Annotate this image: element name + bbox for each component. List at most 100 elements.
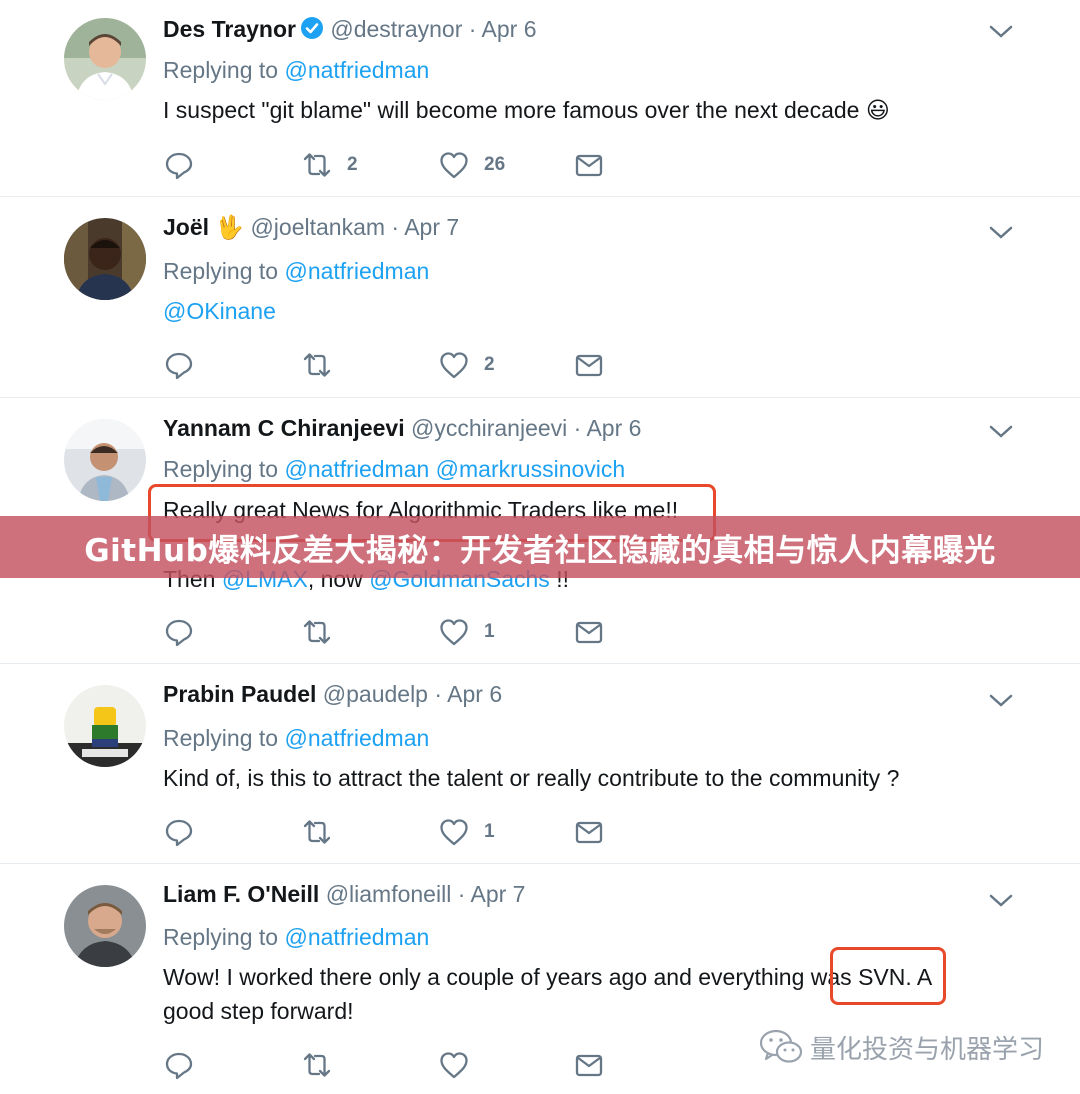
retweet-count: 2 [347,154,358,175]
caret-down-icon[interactable] [988,225,1014,241]
tweet-text: Kind of, is this to attract the talent o… [163,765,900,791]
reply-icon [165,152,193,180]
mention-link[interactable]: @markrussinovich [436,456,626,482]
retweet-icon [303,1053,331,1077]
avatar[interactable] [64,419,146,501]
handle[interactable]: @paudelp [323,681,428,707]
like-icon [440,152,468,179]
like-icon [440,619,468,646]
like-button[interactable]: 2 [438,349,495,381]
reply-icon [165,1052,193,1080]
tweet-text-line: good step forward! [163,998,354,1024]
mention-link[interactable]: @OKinane [163,298,276,324]
separator: · [573,415,582,441]
retweet-button[interactable] [301,616,347,648]
timestamp[interactable]: Apr 6 [586,415,641,441]
reply-button[interactable] [163,616,195,648]
caret-down-icon[interactable] [988,693,1014,709]
timestamp[interactable]: Apr 7 [404,214,459,240]
like-icon [440,1052,468,1079]
retweet-icon [303,153,331,177]
separator: · [468,16,477,42]
mention-link[interactable]: @natfriedman [284,725,429,751]
separator: · [391,214,400,240]
reply-button[interactable] [163,1049,195,1081]
handle[interactable]: @joeltankam [250,214,385,240]
tweet-header: Joël 🖖 @joeltankam · Apr 7 [163,214,459,241]
handle[interactable]: @destraynor [330,16,462,42]
dm-icon [575,354,603,377]
reply-button[interactable] [163,149,195,181]
dm-button[interactable] [573,1049,605,1081]
like-icon [440,819,468,846]
tweet-actions [163,1049,623,1081]
like-count: 1 [484,821,495,842]
caret-down-icon[interactable] [988,424,1014,440]
separator: · [457,881,466,907]
tweet[interactable]: Joël 🖖 @joeltankam · Apr 7 Replying to @… [0,196,1080,398]
tweet[interactable]: Des Traynor @destraynor · Apr 6 Replying… [0,0,1080,197]
avatar[interactable] [64,218,146,300]
tweet-header: Prabin Paudel @paudelp · Apr 6 [163,681,502,708]
tweet-actions: 1 [163,816,623,848]
reply-button[interactable] [163,816,195,848]
avatar[interactable] [64,18,146,100]
retweet-button[interactable] [301,816,347,848]
like-button[interactable]: 1 [438,816,495,848]
dm-button[interactable] [573,149,605,181]
display-name[interactable]: Prabin Paudel [163,681,316,707]
timestamp[interactable]: Apr 7 [471,881,526,907]
reply-icon [165,819,193,847]
retweet-button[interactable] [301,349,347,381]
tweet-text-line: Wow! I worked there only a couple of yea… [163,964,933,990]
separator: · [434,681,443,707]
display-name[interactable]: Joël [163,214,209,240]
name-emoji: 🖖 [215,214,245,240]
handle[interactable]: @liamfoneill [326,881,452,907]
mention-link[interactable]: @natfriedman [284,456,429,482]
avatar[interactable] [64,885,146,967]
timestamp[interactable]: Apr 6 [482,16,537,42]
tweet-header: Liam F. O'Neill @liamfoneill · Apr 7 [163,881,525,908]
mention-link[interactable]: @natfriedman [284,57,429,83]
like-button[interactable] [438,1049,484,1081]
tweet[interactable]: Prabin Paudel @paudelp · Apr 6 Replying … [0,663,1080,864]
mention-link[interactable]: @natfriedman [284,258,429,284]
replying-to: Replying to @natfriedman [163,725,430,751]
display-name[interactable]: Liam F. O'Neill [163,881,319,907]
reply-button[interactable] [163,349,195,381]
wechat-icon [759,1029,803,1063]
caret-down-icon[interactable] [988,24,1014,40]
tweet-actions: 2 26 [163,149,623,181]
retweet-button[interactable]: 2 [301,149,358,181]
tweet-text: @OKinane [163,294,276,328]
mention-link[interactable]: @natfriedman [284,924,429,950]
watermark-text: 量化投资与机器学习 [810,1034,1045,1065]
retweet-icon [303,353,331,377]
like-count: 26 [484,154,506,175]
replying-to: Replying to @natfriedman [163,924,430,950]
like-button[interactable]: 26 [438,149,505,181]
tweet-actions: 1 [163,616,623,648]
dm-button[interactable] [573,349,605,381]
title-banner: GitHub爆料反差大揭秘：开发者社区隐藏的真相与惊人内幕曝光 [0,516,1080,578]
retweet-button[interactable] [301,1049,347,1081]
caret-down-icon[interactable] [988,893,1014,909]
reply-icon [165,352,193,380]
like-count: 1 [484,621,495,642]
like-count: 2 [484,354,495,375]
dm-button[interactable] [573,616,605,648]
like-button[interactable]: 1 [438,616,495,648]
display-name[interactable]: Des Traynor [163,16,296,42]
avatar[interactable] [64,685,146,767]
dm-icon [575,821,603,844]
display-name[interactable]: Yannam C Chiranjeevi [163,415,405,441]
reply-icon [165,619,193,647]
dm-button[interactable] [573,816,605,848]
replying-to: Replying to @natfriedman [163,258,430,284]
timestamp[interactable]: Apr 6 [447,681,502,707]
retweet-icon [303,620,331,644]
handle[interactable]: @ycchiranjeevi [411,415,567,441]
watermark: 量化投资与机器学习 [758,1027,1044,1067]
replying-to: Replying to @natfriedman [163,57,430,83]
